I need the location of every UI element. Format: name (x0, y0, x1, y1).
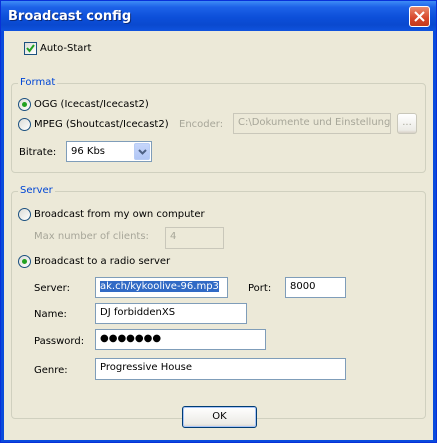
title-bar[interactable]: Broadcast config (1, 1, 436, 31)
auto-start-label: Auto-Start (40, 43, 92, 54)
server-legend: Server (18, 185, 55, 196)
port-field[interactable]: 8000 (285, 277, 346, 298)
bitrate-label: Bitrate: (19, 147, 57, 158)
max-clients-value: 4 (170, 231, 177, 242)
genre-label: Genre: (34, 365, 68, 376)
server-field[interactable]: ak.ch/kykoolive-96.mp3 (95, 277, 228, 298)
server-label: Server: (34, 283, 70, 294)
name-label: Name: (34, 309, 67, 320)
password-field[interactable]: ●●●●●●● (95, 329, 266, 350)
radio-server-radio[interactable] (18, 255, 31, 268)
mpeg-label: MPEG (Shoutcast/Icecast2) (34, 119, 169, 130)
port-label: Port: (248, 283, 272, 294)
dropdown-arrow-button[interactable] (134, 143, 150, 160)
encoder-label: Encoder: (179, 119, 224, 130)
encoder-path-field[interactable]: C:\Dokumente und Einstellung (233, 113, 391, 134)
bitrate-select[interactable]: 96 Kbs (66, 141, 152, 162)
own-computer-label: Broadcast from my own computer (34, 209, 205, 220)
close-icon (414, 11, 425, 22)
checkmark-icon (26, 44, 35, 53)
port-value: 8000 (290, 281, 316, 292)
format-legend: Format (18, 77, 58, 88)
selected-dot (22, 259, 27, 264)
max-clients-field[interactable]: 4 (165, 227, 224, 249)
close-button[interactable] (409, 6, 430, 27)
bitrate-value: 96 Kbs (71, 146, 106, 157)
auto-start-checkbox[interactable] (24, 42, 37, 55)
name-field[interactable]: DJ forbiddenXS (95, 303, 247, 324)
max-clients-label: Max number of clients: (34, 231, 149, 242)
password-label: Password: (34, 336, 85, 347)
broadcast-config-dialog: Broadcast config Auto-Start Format OGG (… (0, 0, 437, 443)
dialog-body: Auto-Start Format OGG (Icecast/Icecast2)… (4, 31, 433, 440)
server-value: ak.ch/kykoolive-96.mp3 (100, 281, 219, 292)
window-title: Broadcast config (8, 9, 132, 24)
genre-value: Progressive House (100, 362, 193, 373)
ok-button[interactable]: OK (182, 406, 257, 428)
chevron-down-icon (138, 149, 147, 155)
ogg-label: OGG (Icecast/Icecast2) (34, 99, 149, 110)
own-computer-radio[interactable] (18, 208, 31, 221)
ogg-radio[interactable] (18, 98, 31, 111)
genre-field[interactable]: Progressive House (95, 358, 346, 380)
radio-server-label: Broadcast to a radio server (34, 256, 171, 267)
encoder-path-value: C:\Dokumente und Einstellung (238, 117, 391, 128)
encoder-browse-button[interactable]: ... (397, 113, 417, 134)
name-value: DJ forbiddenXS (100, 307, 176, 318)
selected-dot (22, 102, 27, 107)
password-value: ●●●●●●● (100, 333, 162, 344)
mpeg-radio[interactable] (18, 118, 31, 131)
